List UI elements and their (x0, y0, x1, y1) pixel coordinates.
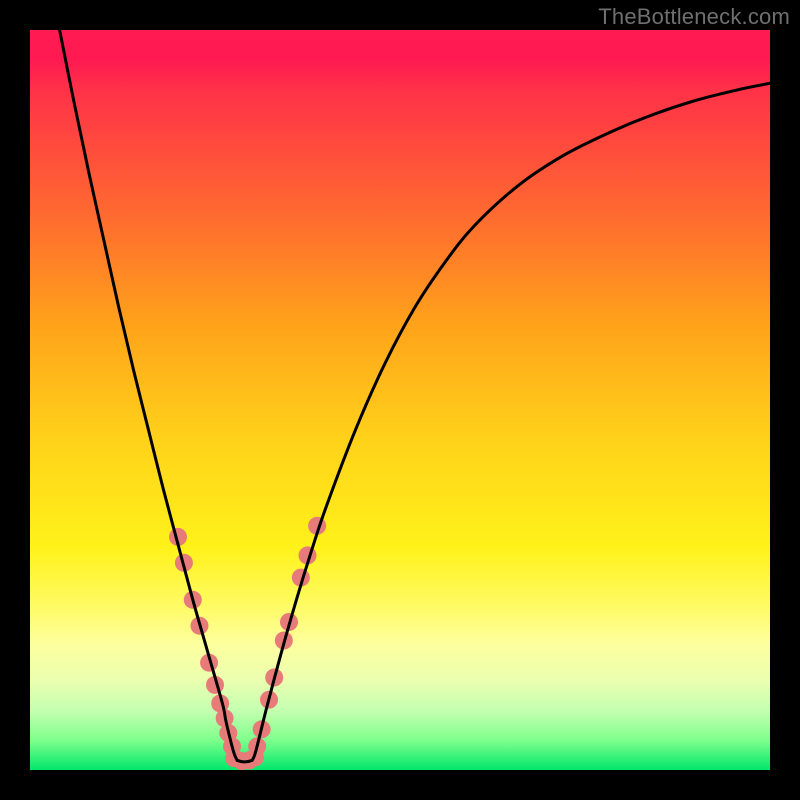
plot-area (30, 30, 770, 770)
curve-left-branch (60, 30, 238, 760)
curve-svg (30, 30, 770, 770)
curve-trough (237, 760, 252, 761)
marker-layer (169, 517, 326, 770)
outer-frame: TheBottleneck.com (0, 0, 800, 800)
watermark-text: TheBottleneck.com (598, 4, 790, 30)
curve-right-branch (252, 83, 770, 760)
